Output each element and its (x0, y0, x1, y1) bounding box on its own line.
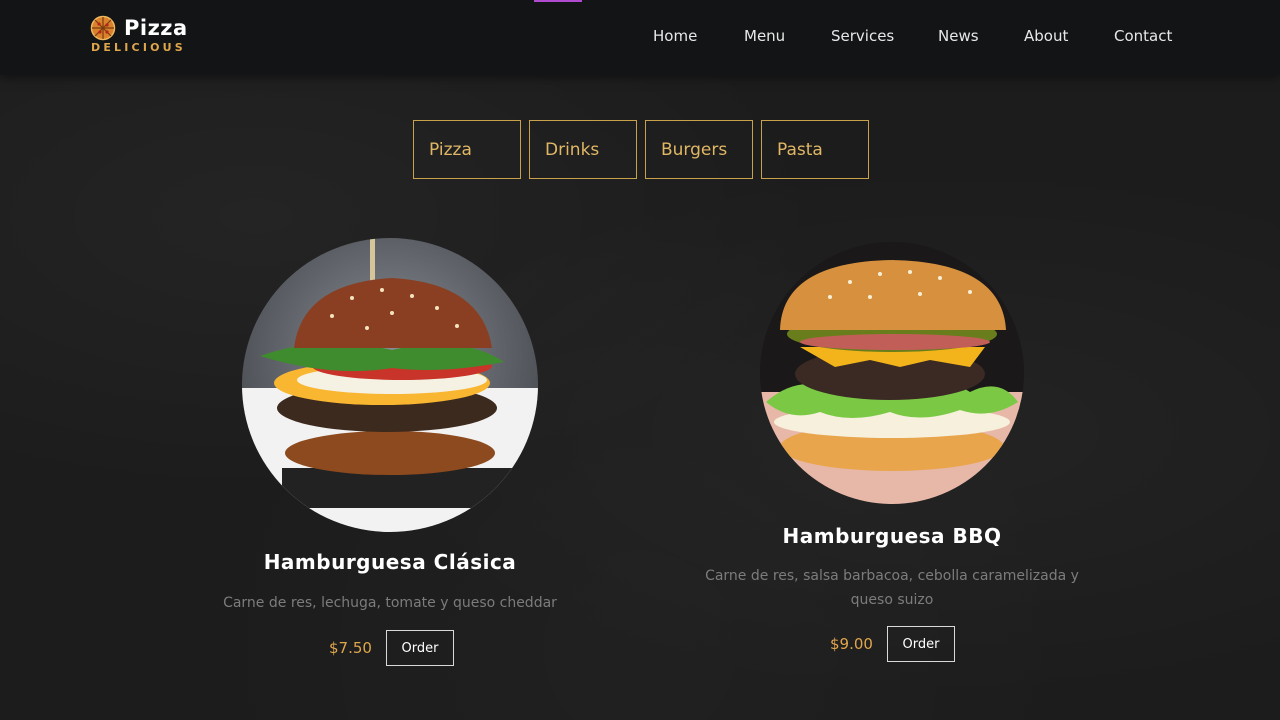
product-card: Hamburguesa Clásica Carne de res, lechug… (200, 238, 580, 678)
menu-filter-tabs: Pizza Drinks Burgers Pasta (413, 120, 869, 179)
product-price: $7.50 (329, 639, 372, 657)
nav-services[interactable]: Services (831, 27, 894, 45)
filter-pasta[interactable]: Pasta (761, 120, 869, 179)
filter-pizza[interactable]: Pizza (413, 120, 521, 179)
top-navbar: Pizza DELICIOUS Home Menu Services News … (0, 0, 1280, 75)
nav-news[interactable]: News (938, 27, 979, 45)
product-price: $9.00 (830, 635, 873, 653)
product-description: Carne de res, salsa barbacoa, cebolla ca… (705, 568, 1079, 608)
nav-home[interactable]: Home (653, 27, 697, 45)
product-title: Hamburguesa BBQ (782, 524, 1002, 548)
product-description: Carne de res, lechuga, tomate y queso ch… (223, 595, 557, 611)
product-title: Hamburguesa Clásica (263, 550, 517, 574)
nav-contact[interactable]: Contact (1114, 27, 1172, 45)
product-card: Hamburguesa BBQ Carne de res, salsa barb… (680, 242, 1104, 682)
nav-about[interactable]: About (1024, 27, 1068, 45)
burger-bbq-image (760, 242, 1024, 504)
order-button[interactable]: Order (886, 626, 955, 662)
scroll-indicator (534, 0, 582, 2)
main-nav: Home Menu Services News About Contact (0, 27, 1280, 51)
filter-burgers[interactable]: Burgers (645, 120, 753, 179)
order-button[interactable]: Order (385, 630, 454, 666)
filter-drinks[interactable]: Drinks (529, 120, 637, 179)
burger-classic-image (242, 238, 538, 532)
nav-menu[interactable]: Menu (744, 27, 785, 45)
